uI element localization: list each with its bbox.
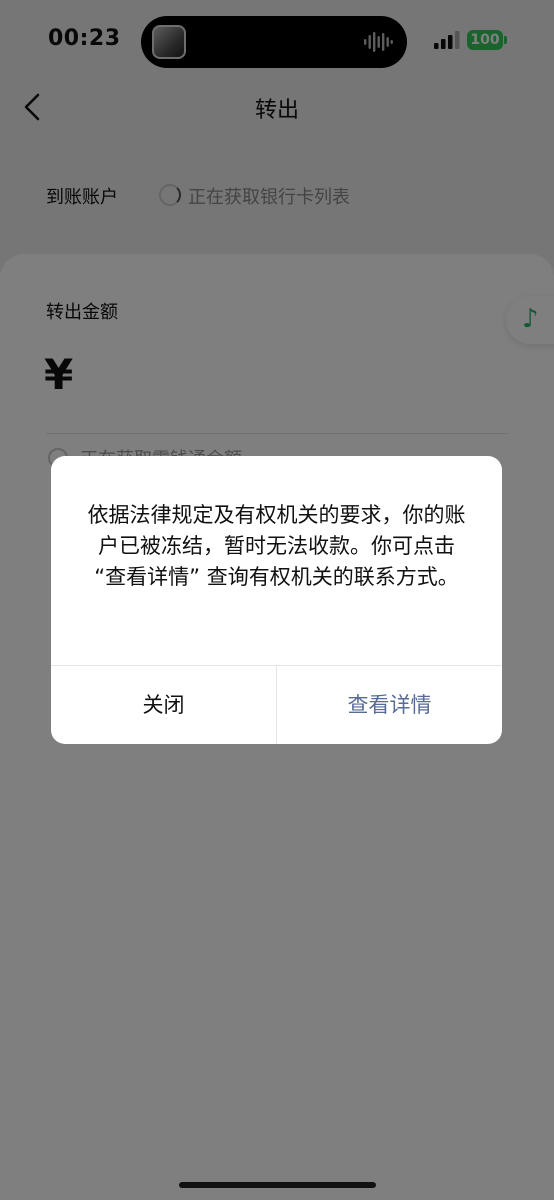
view-details-button[interactable]: 查看详情 (277, 666, 502, 744)
account-frozen-dialog: 依据法律规定及有权机关的要求，你的账户已被冻结，暂时无法收款。你可点击 “查看详… (51, 456, 502, 744)
home-indicator[interactable] (179, 1182, 376, 1188)
dialog-message: 依据法律规定及有权机关的要求，你的账户已被冻结，暂时无法收款。你可点击 “查看详… (87, 503, 466, 589)
close-button[interactable]: 关闭 (51, 666, 276, 744)
